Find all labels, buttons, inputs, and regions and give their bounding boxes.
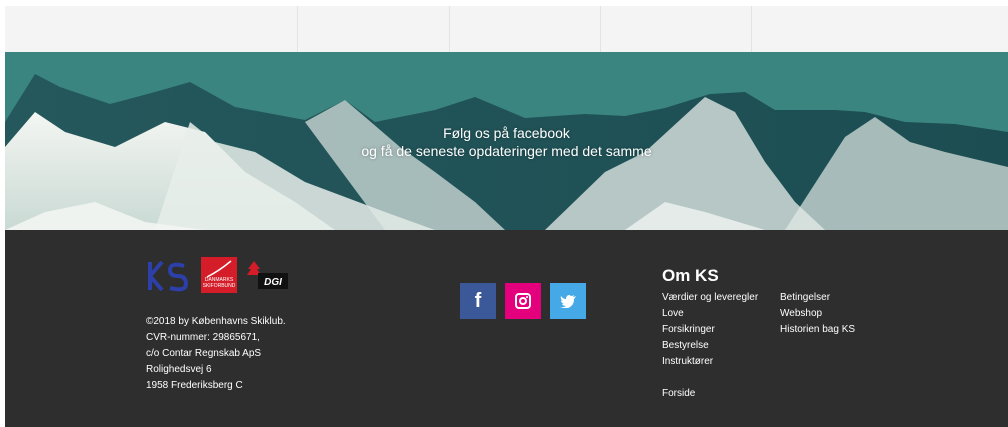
instagram-button[interactable] <box>505 283 541 319</box>
link-instruktoerer[interactable]: Instruktører <box>662 354 758 370</box>
instagram-icon <box>515 293 531 309</box>
facebook-promo-text: Følg os på facebook og få de seneste opd… <box>5 124 1008 160</box>
banner-line-1: Følg os på facebook <box>443 125 570 141</box>
cvr-line: CVR-nummer: 29865671, <box>146 332 260 343</box>
nav-divider <box>751 6 752 52</box>
city-line: 1958 Frederiksberg C <box>146 380 243 391</box>
facebook-icon: f <box>474 289 482 312</box>
about-title: Om KS <box>662 266 719 285</box>
site-footer: DANMARKS SKIFORBUND DGI ©2018 by Københa… <box>5 230 1008 427</box>
copyright-line: ©2018 by Københavns Skiklub. <box>146 316 286 327</box>
nav-divider <box>297 6 298 52</box>
street-line: Rolighedsvej 6 <box>146 364 212 375</box>
link-love[interactable]: Love <box>662 306 758 322</box>
link-vaerdier[interactable]: Værdier og leveregler <box>662 290 758 306</box>
club-address: ©2018 by Københavns Skiklub. CVR-nummer:… <box>146 314 286 394</box>
twitter-icon <box>560 295 576 308</box>
ks-logo[interactable] <box>146 258 192 294</box>
dgi-logo[interactable]: DGI <box>246 259 290 293</box>
twitter-button[interactable] <box>550 283 586 319</box>
co-line: c/o Contar Regnskab ApS <box>146 348 262 359</box>
link-historien[interactable]: Historien bag KS <box>780 322 855 338</box>
top-nav-bar <box>5 6 1008 52</box>
link-forside[interactable]: Forside <box>662 388 695 399</box>
dgi-logo-text: DGI <box>264 277 282 288</box>
link-bestyrelse[interactable]: Bestyrelse <box>662 338 758 354</box>
about-links-col-2: Betingelser Webshop Historien bag KS <box>780 290 855 338</box>
danmarks-skiforbund-logo[interactable]: DANMARKS SKIFORBUND <box>201 257 237 293</box>
mountain-banner: Følg os på facebook og få de seneste opd… <box>5 52 1008 230</box>
link-forsikringer[interactable]: Forsikringer <box>662 322 758 338</box>
nav-divider <box>449 6 450 52</box>
dsf-logo-text: DANMARKS SKIFORBUND <box>202 277 236 289</box>
link-webshop[interactable]: Webshop <box>780 306 855 322</box>
facebook-button[interactable]: f <box>460 283 496 319</box>
banner-line-2: og få de seneste opdateringer med det sa… <box>361 143 652 159</box>
about-links-col-1: Værdier og leveregler Love Forsikringer … <box>662 290 758 370</box>
nav-divider <box>600 6 601 52</box>
link-betingelser[interactable]: Betingelser <box>780 290 855 306</box>
